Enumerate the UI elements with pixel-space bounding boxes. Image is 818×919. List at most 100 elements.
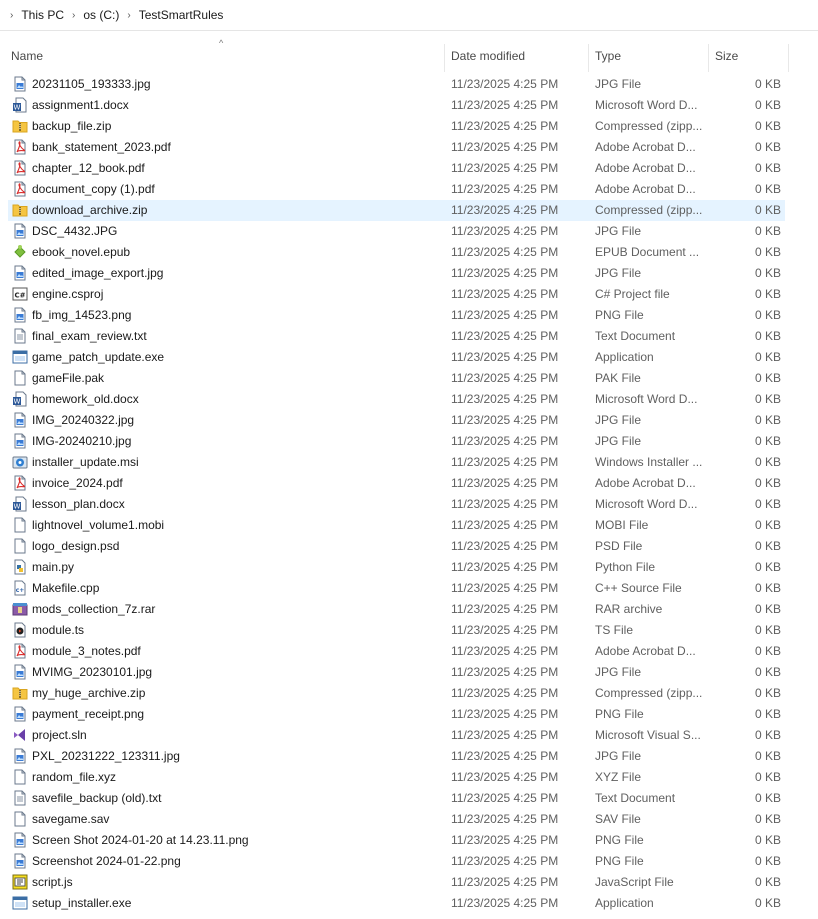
file-name[interactable]: lightnovel_volume1.mobi [32,515,437,536]
column-divider[interactable] [708,44,709,72]
column-header-date-modified[interactable]: Date modified [451,40,525,72]
column-divider[interactable] [444,44,445,72]
file-name[interactable]: module.ts [32,620,437,641]
file-name[interactable]: gameFile.pak [32,368,437,389]
column-header-size[interactable]: Size [715,40,738,72]
file-name[interactable]: mods_collection_7z.rar [32,599,437,620]
file-name[interactable]: lesson_plan.docx [32,494,437,515]
breadcrumb-this-pc[interactable]: This PC [17,8,68,22]
file-name[interactable]: script.js [32,872,437,893]
chevron-right-icon[interactable]: › [123,10,134,21]
file-name[interactable]: homework_old.docx [32,389,437,410]
file-size: 0 KB [754,161,781,175]
column-header-type[interactable]: Type [595,40,621,72]
file-name[interactable]: bank_statement_2023.pdf [32,137,437,158]
file-name[interactable]: chapter_12_book.pdf [32,158,437,179]
file-name[interactable]: edited_image_export.jpg [32,263,437,284]
file-name[interactable]: random_file.xyz [32,767,437,788]
file-row[interactable]: fb_img_14523.png 11/23/2025 4:25 PM PNG Fi… [8,305,785,326]
file-row[interactable]: module.ts 11/23/2025 4:25 PM TS File 0 KB [8,620,785,641]
file-row[interactable]: backup_file.zip 11/23/2025 4:25 PM Compres… [8,116,785,137]
file-name[interactable]: IMG_20240322.jpg [32,410,437,431]
file-name[interactable]: setup_installer.exe [32,893,437,914]
file-row[interactable]: payment_receipt.png 11/23/2025 4:25 PM PNG… [8,704,785,725]
file-row[interactable]: script.js 11/23/2025 4:25 PM JavaScript Fi… [8,872,785,893]
file-name[interactable]: 20231105_193333.jpg [32,74,437,95]
column-header-name[interactable]: Name [11,40,43,72]
file-row[interactable]: savegame.sav 11/23/2025 4:25 PM SAV File 0 … [8,809,785,830]
file-name[interactable]: my_huge_archive.zip [32,683,437,704]
file-name[interactable]: PXL_20231222_123311.jpg [32,746,437,767]
file-name[interactable]: backup_file.zip [32,116,437,137]
file-row[interactable]: setup_installer.exe 11/23/2025 4:25 PM App… [8,893,785,914]
file-row[interactable]: final_exam_review.txt 11/23/2025 4:25 PM T… [8,326,785,347]
file-name[interactable]: logo_design.psd [32,536,437,557]
breadcrumb-drive-c[interactable]: os (C:) [79,8,123,22]
file-name[interactable]: MVIMG_20230101.jpg [32,662,437,683]
file-row[interactable]: Wlesson_plan.docx 11/23/2025 4:25 PM Micro… [8,494,785,515]
file-row[interactable]: project.sln 11/23/2025 4:25 PM Microsoft V… [8,725,785,746]
file-name[interactable]: payment_receipt.png [32,704,437,725]
file-row[interactable]: Whomework_old.docx 11/23/2025 4:25 PM Micr… [8,389,785,410]
file-name[interactable]: engine.csproj [32,284,437,305]
chevron-right-icon[interactable]: › [68,10,79,21]
file-name[interactable]: savegame.sav [32,809,437,830]
file-date-modified: 11/23/2025 4:25 PM [451,833,559,847]
svg-text:W: W [14,503,21,511]
file-name[interactable]: game_patch_update.exe [32,347,437,368]
file-row[interactable]: my_huge_archive.zip 11/23/2025 4:25 PM Com… [8,683,785,704]
file-name[interactable]: document_copy (1).pdf [32,179,437,200]
file-name[interactable]: fb_img_14523.png [32,305,437,326]
file-row[interactable]: C# engine.csproj 11/23/2025 4:25 PM C# Proj… [8,284,785,305]
file-row[interactable]: gameFile.pak 11/23/2025 4:25 PM PAK File 0 … [8,368,785,389]
file-name[interactable]: module_3_notes.pdf [32,641,437,662]
file-row[interactable]: Screenshot 2024-01-22.png 11/23/2025 4:25… [8,851,785,872]
file-name[interactable]: Screenshot 2024-01-22.png [32,851,437,872]
file-name[interactable]: installer_update.msi [32,452,437,473]
file-row[interactable]: chapter_12_book.pdf 11/23/2025 4:25 PM Ado… [8,158,785,179]
chevron-right-icon[interactable]: › [6,10,17,21]
file-row[interactable]: DSC_4432.JPG 11/23/2025 4:25 PM JPG File 0 … [8,221,785,242]
file-row[interactable]: main.py 11/23/2025 4:25 PM Python File 0 KB [8,557,785,578]
file-row[interactable]: invoice_2024.pdf 11/23/2025 4:25 PM Adobe … [8,473,785,494]
file-name[interactable]: Makefile.cpp [32,578,437,599]
file-name[interactable]: assignment1.docx [32,95,437,116]
file-row[interactable]: edited_image_export.jpg 11/23/2025 4:25 P… [8,263,785,284]
file-row[interactable]: document_copy (1).pdf 11/23/2025 4:25 PM A… [8,179,785,200]
file-row[interactable]: module_3_notes.pdf 11/23/2025 4:25 PM Adob… [8,641,785,662]
file-row[interactable]: 20231105_193333.jpg 11/23/2025 4:25 PM JPG… [8,74,785,95]
file-name[interactable]: ebook_novel.epub [32,242,437,263]
file-name[interactable]: download_archive.zip [32,200,437,221]
file-type: MOBI File [595,518,649,532]
file-row[interactable]: bank_statement_2023.pdf 11/23/2025 4:25 P… [8,137,785,158]
file-row[interactable]: random_file.xyz 11/23/2025 4:25 PM XYZ Fil… [8,767,785,788]
breadcrumb-current-folder[interactable]: TestSmartRules [135,8,228,22]
file-row[interactable]: IMG_20240322.jpg 11/23/2025 4:25 PM JPG Fi… [8,410,785,431]
file-row[interactable]: mods_collection_7z.rar 11/23/2025 4:25 PM… [8,599,785,620]
file-row[interactable]: savefile_backup (old).txt 11/23/2025 4:25… [8,788,785,809]
file-name[interactable]: invoice_2024.pdf [32,473,437,494]
file-name[interactable]: project.sln [32,725,437,746]
file-row[interactable]: Wassignment1.docx 11/23/2025 4:25 PM Micro… [8,95,785,116]
file-name[interactable]: DSC_4432.JPG [32,221,437,242]
file-date-modified: 11/23/2025 4:25 PM [451,770,559,784]
file-row[interactable]: ebook_novel.epub 11/23/2025 4:25 PM EPUB D… [8,242,785,263]
file-name[interactable]: final_exam_review.txt [32,326,437,347]
file-name[interactable]: IMG-20240210.jpg [32,431,437,452]
file-row[interactable]: IMG-20240210.jpg 11/23/2025 4:25 PM JPG Fi… [8,431,785,452]
file-row[interactable]: Screen Shot 2024-01-20 at 14.23.11.png 11… [8,830,785,851]
file-row[interactable]: logo_design.psd 11/23/2025 4:25 PM PSD Fil… [8,536,785,557]
file-row[interactable]: game_patch_update.exe 11/23/2025 4:25 PM A… [8,347,785,368]
file-row[interactable]: download_archive.zip 11/23/2025 4:25 PM Co… [8,200,785,221]
file-row[interactable]: PXL_20231222_123311.jpg 11/23/2025 4:25 P… [8,746,785,767]
file-name[interactable]: Screen Shot 2024-01-20 at 14.23.11.png [32,830,437,851]
column-divider[interactable] [588,44,589,72]
file-row[interactable]: lightnovel_volume1.mobi 11/23/2025 4:25 P… [8,515,785,536]
file-row[interactable]: installer_update.msi 11/23/2025 4:25 PM Wi… [8,452,785,473]
file-row[interactable]: c+ Makefile.cpp 11/23/2025 4:25 PM C++ Sour… [8,578,785,599]
file-name[interactable]: savefile_backup (old).txt [32,788,437,809]
column-divider[interactable] [788,44,789,72]
file-type: PAK File [595,371,641,385]
file-name[interactable]: main.py [32,557,437,578]
file-row[interactable]: MVIMG_20230101.jpg 11/23/2025 4:25 PM JPG … [8,662,785,683]
